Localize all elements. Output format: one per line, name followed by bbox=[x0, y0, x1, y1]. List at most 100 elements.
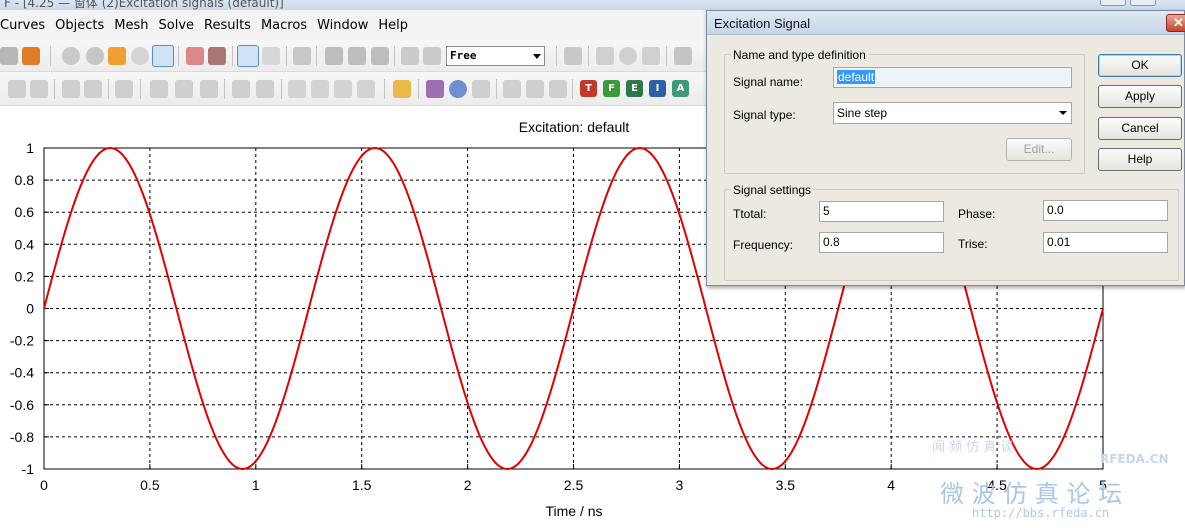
scale-icon[interactable] bbox=[256, 80, 274, 98]
import-icon[interactable] bbox=[22, 47, 40, 65]
fit-view-icon[interactable] bbox=[186, 47, 204, 65]
boundary-icon[interactable] bbox=[472, 80, 490, 98]
signal-icon[interactable] bbox=[449, 80, 467, 98]
document-icon[interactable] bbox=[8, 80, 26, 98]
trise-value: 0.01 bbox=[1047, 235, 1071, 249]
toolbar-separator bbox=[572, 79, 573, 99]
undo-icon[interactable] bbox=[30, 80, 48, 98]
result-f-icon[interactable]: F bbox=[603, 80, 620, 97]
solid-copy-icon[interactable] bbox=[84, 80, 102, 98]
grid-snap-icon[interactable] bbox=[262, 47, 280, 65]
apply-button[interactable]: Apply bbox=[1098, 85, 1182, 108]
result-e-icon[interactable]: E bbox=[626, 80, 643, 97]
signal-name-field[interactable]: default bbox=[833, 67, 1072, 88]
y-tick-label: 0.4 bbox=[15, 236, 35, 252]
watermark-line2: 微 波 仿 真 论 坛 bbox=[940, 480, 1123, 508]
pick-icon[interactable] bbox=[237, 45, 259, 67]
material-icon[interactable] bbox=[426, 80, 444, 98]
toolbar-separator bbox=[232, 46, 233, 66]
cut-icon[interactable] bbox=[674, 47, 692, 65]
sphere-icon[interactable] bbox=[62, 47, 80, 65]
menu-solve[interactable]: Solve bbox=[154, 18, 200, 33]
result-a-icon[interactable]: A bbox=[672, 80, 689, 97]
pin-edit-icon[interactable] bbox=[371, 47, 389, 65]
frequency-label: Frequency: bbox=[733, 238, 794, 252]
mode-select[interactable]: Free bbox=[446, 46, 545, 66]
x-tick-label: 1 bbox=[252, 477, 260, 493]
result-t-icon[interactable]: T bbox=[580, 80, 597, 97]
add-edge-icon[interactable] bbox=[311, 80, 329, 98]
line-icon[interactable] bbox=[596, 47, 614, 65]
zoom-icon[interactable] bbox=[131, 47, 149, 65]
move-icon[interactable] bbox=[232, 80, 250, 98]
ttotal-value: 5 bbox=[823, 204, 830, 218]
people-icon[interactable] bbox=[401, 47, 419, 65]
add-region-icon[interactable] bbox=[357, 80, 375, 98]
trise-label: Trise: bbox=[958, 237, 988, 251]
help-button[interactable]: Help bbox=[1098, 148, 1182, 171]
menu-help[interactable]: Help bbox=[373, 18, 413, 33]
pan-icon[interactable] bbox=[108, 47, 126, 65]
signal-type-label: Signal type: bbox=[733, 108, 796, 122]
layers-icon[interactable] bbox=[423, 47, 441, 65]
distribute-icon[interactable] bbox=[175, 80, 193, 98]
result-i-icon[interactable]: I bbox=[649, 80, 666, 97]
maximize-button[interactable] bbox=[1130, 0, 1156, 6]
cancel-button[interactable]: Cancel bbox=[1098, 117, 1182, 140]
menu-window[interactable]: Window bbox=[312, 18, 373, 33]
ok-button[interactable]: OK bbox=[1098, 54, 1182, 77]
mode-select-value: Free bbox=[450, 49, 477, 62]
y-tick-label: 0 bbox=[26, 301, 34, 317]
ruler-icon[interactable] bbox=[393, 80, 411, 98]
monitor-icon[interactable] bbox=[549, 80, 567, 98]
grid-icon[interactable] bbox=[0, 47, 18, 65]
ttotal-field[interactable]: 5 bbox=[819, 201, 944, 222]
x-tick-label: 0.5 bbox=[140, 477, 160, 493]
wand-icon[interactable] bbox=[564, 47, 582, 65]
signal-type-value: Sine step bbox=[837, 106, 888, 120]
name-type-group-title: Name and type definition bbox=[731, 48, 868, 62]
add-face-icon[interactable] bbox=[334, 80, 352, 98]
phase-field[interactable]: 0.0 bbox=[1043, 200, 1168, 221]
rotate-icon[interactable] bbox=[86, 47, 104, 65]
x-tick-label: 0 bbox=[40, 477, 48, 493]
y-tick-label: -0.6 bbox=[10, 397, 34, 413]
pin-move-icon[interactable] bbox=[348, 47, 366, 65]
menu-mesh[interactable]: Mesh bbox=[109, 18, 153, 33]
signal-name-label: Signal name: bbox=[733, 75, 804, 89]
chart-title: Excitation: default bbox=[518, 119, 630, 135]
watermark-line1: 闻 频 仿 真 谈 bbox=[932, 440, 1014, 455]
cube-icon[interactable] bbox=[293, 47, 311, 65]
minimize-button[interactable] bbox=[1100, 0, 1126, 6]
close-icon[interactable]: ✕ bbox=[1166, 14, 1185, 32]
window-title: F - [4.25 — 窗体 (2)Excitation signals (de… bbox=[4, 0, 284, 10]
add-point-icon[interactable] bbox=[288, 80, 306, 98]
toolbar-separator bbox=[394, 46, 395, 66]
menu-objects[interactable]: Objects bbox=[50, 18, 109, 33]
menu-curves[interactable]: Curves bbox=[0, 18, 50, 33]
probe-icon[interactable] bbox=[526, 80, 544, 98]
toolbar-separator bbox=[418, 79, 419, 99]
port-icon[interactable] bbox=[503, 80, 521, 98]
pin-icon[interactable] bbox=[325, 47, 343, 65]
solid-icon[interactable] bbox=[62, 80, 80, 98]
zoom-window-icon[interactable] bbox=[152, 45, 174, 67]
toolbar-separator bbox=[50, 46, 51, 66]
chevron-down-icon bbox=[1059, 111, 1067, 115]
frequency-field[interactable]: 0.8 bbox=[819, 232, 944, 253]
trise-field[interactable]: 0.01 bbox=[1043, 232, 1168, 253]
transform-icon[interactable] bbox=[200, 80, 218, 98]
toolbar-separator bbox=[140, 79, 141, 99]
x-tick-label: 1.5 bbox=[352, 477, 372, 493]
align-icon[interactable] bbox=[150, 80, 168, 98]
signal-type-select[interactable]: Sine step bbox=[833, 102, 1072, 124]
menu-results[interactable]: Results bbox=[199, 18, 256, 33]
circle-icon[interactable] bbox=[619, 47, 637, 65]
edit-button[interactable]: Edit... bbox=[1006, 138, 1072, 161]
toolbar-separator bbox=[54, 79, 55, 99]
shape-icon[interactable] bbox=[642, 47, 660, 65]
menu-macros[interactable]: Macros bbox=[256, 18, 312, 33]
render-icon[interactable] bbox=[208, 47, 226, 65]
phase-value: 0.0 bbox=[1047, 203, 1064, 217]
page-icon[interactable] bbox=[115, 80, 133, 98]
